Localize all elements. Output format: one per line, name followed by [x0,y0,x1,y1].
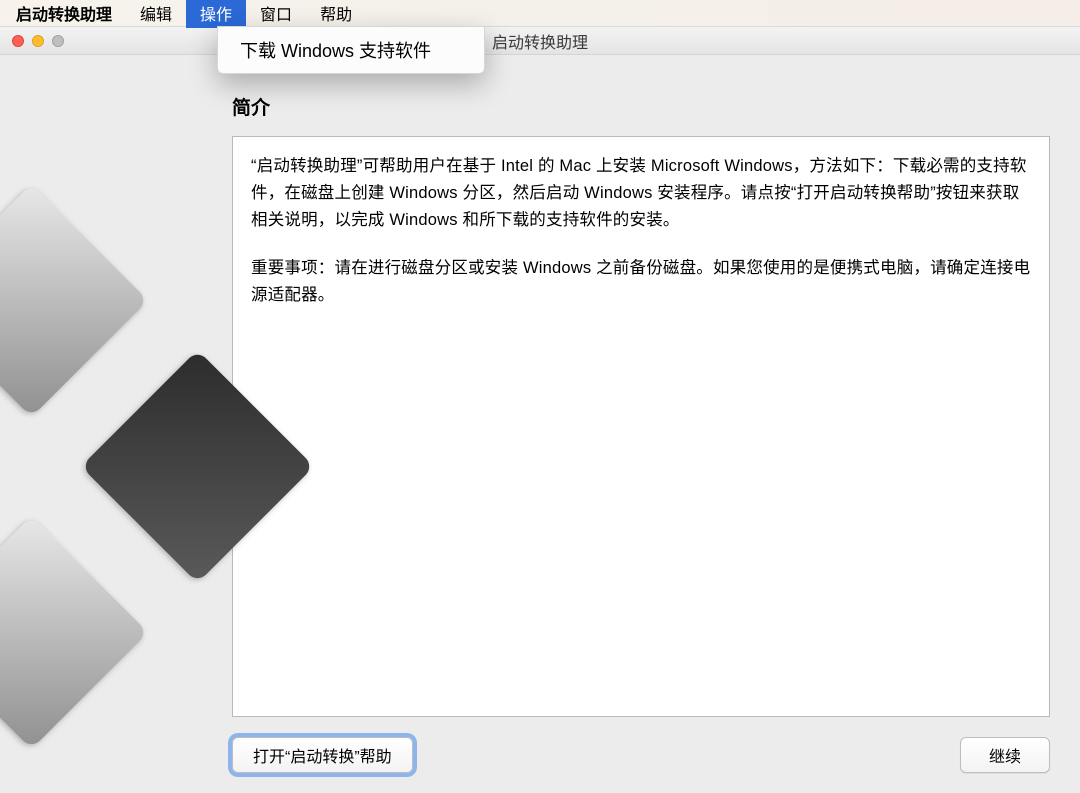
continue-button[interactable]: 继续 [960,737,1050,773]
warning-paragraph: 重要事项：请在进行磁盘分区或安装 Windows 之前备份磁盘。如果您使用的是便… [251,255,1031,309]
dropdown-download-windows-support[interactable]: 下载 Windows 支持软件 [218,31,484,69]
window-title: 启动转换助理 [492,29,588,53]
main-window: 启动转换助理 简介 “启动转换助理”可帮助用户在基于 Intel 的 Mac 上… [0,26,1080,793]
section-title: 简介 [232,93,1050,120]
menubar-edit[interactable]: 编辑 [126,0,186,28]
description-box: “启动转换助理”可帮助用户在基于 Intel 的 Mac 上安装 Microso… [232,136,1050,717]
titlebar: 启动转换助理 [0,27,1080,55]
maximize-icon [52,35,64,47]
menubar-app-name[interactable]: 启动转换助理 [10,0,126,28]
close-icon[interactable] [12,35,24,47]
action-dropdown: 下载 Windows 支持软件 [217,26,485,74]
bootcamp-logo-icon [0,218,201,718]
window-content: 简介 “启动转换助理”可帮助用户在基于 Intel 的 Mac 上安装 Micr… [0,55,1080,793]
menubar-window[interactable]: 窗口 [246,0,306,28]
sidebar [0,83,232,773]
minimize-icon[interactable] [32,35,44,47]
button-row: 打开“启动转换”帮助 继续 [232,717,1050,773]
main-panel: 简介 “启动转换助理”可帮助用户在基于 Intel 的 Mac 上安装 Micr… [232,83,1050,773]
menubar-help[interactable]: 帮助 [306,0,366,28]
open-help-button[interactable]: 打开“启动转换”帮助 [232,737,413,773]
menubar-action[interactable]: 操作 [186,0,246,28]
window-controls [0,35,64,47]
intro-paragraph: “启动转换助理”可帮助用户在基于 Intel 的 Mac 上安装 Microso… [251,153,1031,235]
menubar: 启动转换助理 编辑 操作 窗口 帮助 [0,0,1080,26]
